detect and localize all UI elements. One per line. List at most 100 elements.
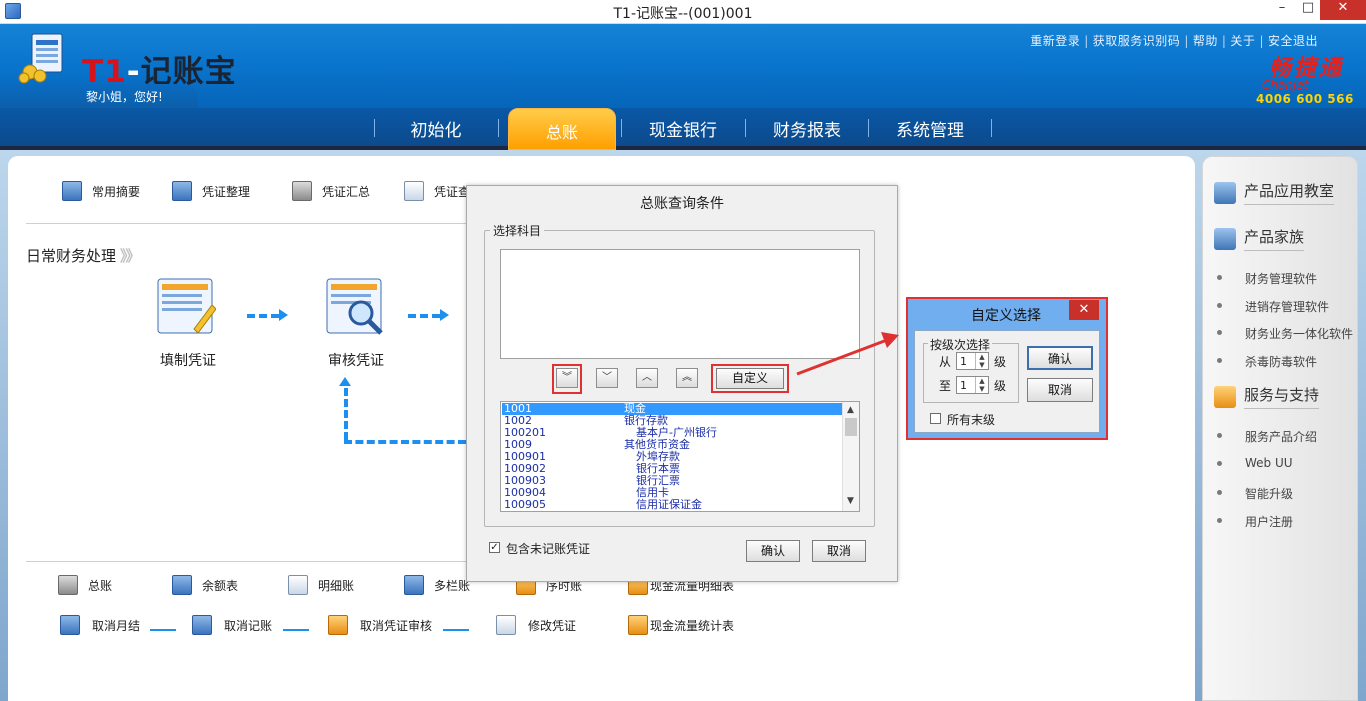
query-cancel-button[interactable]: 取消 (812, 540, 866, 562)
scroll-up-icon[interactable]: ▲ (847, 405, 854, 415)
voucher-summary-button[interactable]: 凭证汇总 (292, 181, 370, 201)
divider (26, 561, 468, 562)
include-unposted-checkbox[interactable]: ✓ (489, 542, 500, 553)
to-level-spinner[interactable]: 1 ▲ ▼ (956, 376, 989, 394)
divider (26, 223, 468, 224)
annotation-arrow (796, 332, 899, 376)
account-list[interactable]: 1001 现金 1002 银行存款 100201 基本户-广州银行 1009 其他货币资… (500, 401, 860, 512)
sidebar-item-register[interactable]: 用户注册 (1216, 513, 1293, 530)
custom-button[interactable]: 自定义 (716, 368, 784, 389)
app-icon (5, 3, 21, 19)
remove-all-button[interactable]: ︽ (676, 368, 698, 388)
flow-loop-vertical (344, 388, 348, 440)
select-one-button[interactable]: ﹀ (596, 368, 618, 388)
fill-voucher-label[interactable]: 填制凭证 (160, 350, 216, 370)
list-item[interactable]: 100903 银行汇票 (502, 475, 842, 487)
about-link[interactable]: 关于 (1230, 34, 1255, 48)
balance-sheet-button[interactable]: 余额表 (172, 575, 238, 595)
list-scrollbar[interactable]: ▲ ▼ (842, 402, 859, 511)
from-label: 从 (939, 355, 952, 369)
minimize-button[interactable]: – (1270, 0, 1294, 20)
sidebar-product-family[interactable]: 产品家族 (1214, 226, 1305, 251)
cancel-posting-icon (192, 615, 212, 635)
sidebar-item-antivirus[interactable]: 杀毒防毒软件 (1216, 353, 1317, 370)
summary-icon (292, 181, 312, 201)
flow-arrow (247, 314, 279, 318)
custom-cancel-button[interactable]: 取消 (1027, 378, 1093, 402)
multi-column-icon (404, 575, 424, 595)
nav-system[interactable]: 系统管理 (869, 116, 991, 144)
sidebar-item-smart-upgrade[interactable]: 智能升级 (1216, 485, 1293, 502)
sidebar-item-service-intro[interactable]: 服务产品介绍 (1216, 428, 1317, 445)
flow-arrow-head (279, 309, 288, 321)
window-title: T1-记账宝--(001)001 (613, 6, 753, 22)
section-title: 日常财务处理 》》 (26, 247, 140, 265)
common-summary-button[interactable]: 常用摘要 (62, 181, 140, 201)
flow-arrow-head (440, 309, 449, 321)
detail-ledger-button[interactable]: 明细账 (288, 575, 354, 595)
service-icon (1214, 385, 1236, 408)
sidebar-item-inventory-software[interactable]: 进销存管理软件 (1216, 298, 1329, 315)
spinner-arrows-icon[interactable]: ▲ ▼ (975, 353, 988, 369)
flow-loop-head (339, 377, 351, 386)
sidebar-item-web-uu[interactable]: Web UU (1217, 456, 1293, 470)
relogin-link[interactable]: 重新登录 (1030, 34, 1080, 48)
flow-loop-horizontal (344, 440, 466, 444)
remove-one-button[interactable]: ︿ (636, 368, 658, 388)
edit-voucher-icon (496, 615, 516, 635)
nav-init[interactable]: 初始化 (375, 116, 497, 144)
cancel-review-icon (328, 615, 348, 635)
scroll-thumb[interactable] (845, 418, 857, 436)
maximize-button[interactable]: □ (1296, 0, 1320, 20)
classroom-icon (1214, 181, 1236, 204)
sidebar-classroom[interactable]: 产品应用教室 (1214, 180, 1335, 205)
nav-separator (498, 119, 499, 137)
window-titlebar: T1-记账宝--(001)001 (0, 0, 1366, 24)
select-all-button[interactable]: ︾ (556, 368, 578, 388)
nav-cash-bank[interactable]: 现金银行 (622, 116, 744, 144)
review-voucher-icon[interactable] (325, 277, 385, 337)
dialog-title: 总账查询条件 (640, 196, 724, 212)
general-ledger-button[interactable]: 总账 (58, 575, 112, 595)
logout-link[interactable]: 安全退出 (1268, 34, 1318, 48)
scroll-down-icon[interactable]: ▼ (847, 496, 854, 506)
voucher-query-button[interactable]: 凭证查 (404, 181, 470, 201)
sidebar-item-integrated-software[interactable]: 财务业务一体化软件 (1216, 325, 1353, 342)
nav-ledger[interactable]: 总账 (508, 119, 616, 147)
help-link[interactable]: 帮助 (1193, 34, 1218, 48)
spinner-arrows-icon[interactable]: ▲ ▼ (975, 377, 988, 393)
sidebar-item-finance-software[interactable]: 财务管理软件 (1216, 270, 1317, 287)
flow-arrow (283, 629, 309, 631)
review-voucher-label[interactable]: 审核凭证 (328, 350, 384, 370)
fill-voucher-icon[interactable] (156, 277, 216, 337)
calendar-icon (62, 181, 82, 201)
cashflow-stats-button[interactable]: 现金流量统计表 (628, 615, 734, 635)
from-level-spinner[interactable]: 1 ▲ ▼ (956, 352, 989, 370)
flow-arrow (408, 314, 440, 318)
sidebar-service-support[interactable]: 服务与支持 (1214, 384, 1320, 409)
voucher-organize-button[interactable]: 凭证整理 (172, 181, 250, 201)
detail-ledger-icon (288, 575, 308, 595)
custom-close-button[interactable]: ✕ (1069, 300, 1099, 320)
custom-ok-button[interactable]: 确认 (1027, 346, 1093, 370)
edit-voucher-button[interactable]: 修改凭证 (496, 615, 576, 635)
list-item[interactable]: 100905 信用证保证金 (502, 499, 842, 511)
multi-column-ledger-button[interactable]: 多栏账 (404, 575, 470, 595)
close-button[interactable]: ✕ (1320, 0, 1366, 20)
cancel-review-button[interactable]: 取消凭证审核 (328, 615, 432, 635)
logo-icon (18, 33, 63, 84)
greeting-text: 黎小姐，您好! (86, 90, 163, 104)
cancel-monthend-button[interactable]: 取消月结 (60, 615, 140, 635)
ledger-icon (58, 575, 78, 595)
query-ok-button[interactable]: 确认 (746, 540, 800, 562)
cancel-posting-button[interactable]: 取消记账 (192, 615, 272, 635)
nav-separator (991, 119, 992, 137)
nav-reports[interactable]: 财务报表 (746, 116, 868, 144)
all-leaf-label: 所有末级 (947, 413, 996, 427)
include-unposted-label: 包含未记账凭证 (506, 542, 591, 556)
list-item[interactable]: 1001 现金 (502, 403, 842, 415)
to-label: 至 (939, 379, 952, 393)
all-leaf-checkbox[interactable] (930, 413, 941, 424)
account-group-label: 选择科目 (490, 222, 545, 239)
service-code-link[interactable]: 获取服务识别码 (1093, 34, 1181, 48)
